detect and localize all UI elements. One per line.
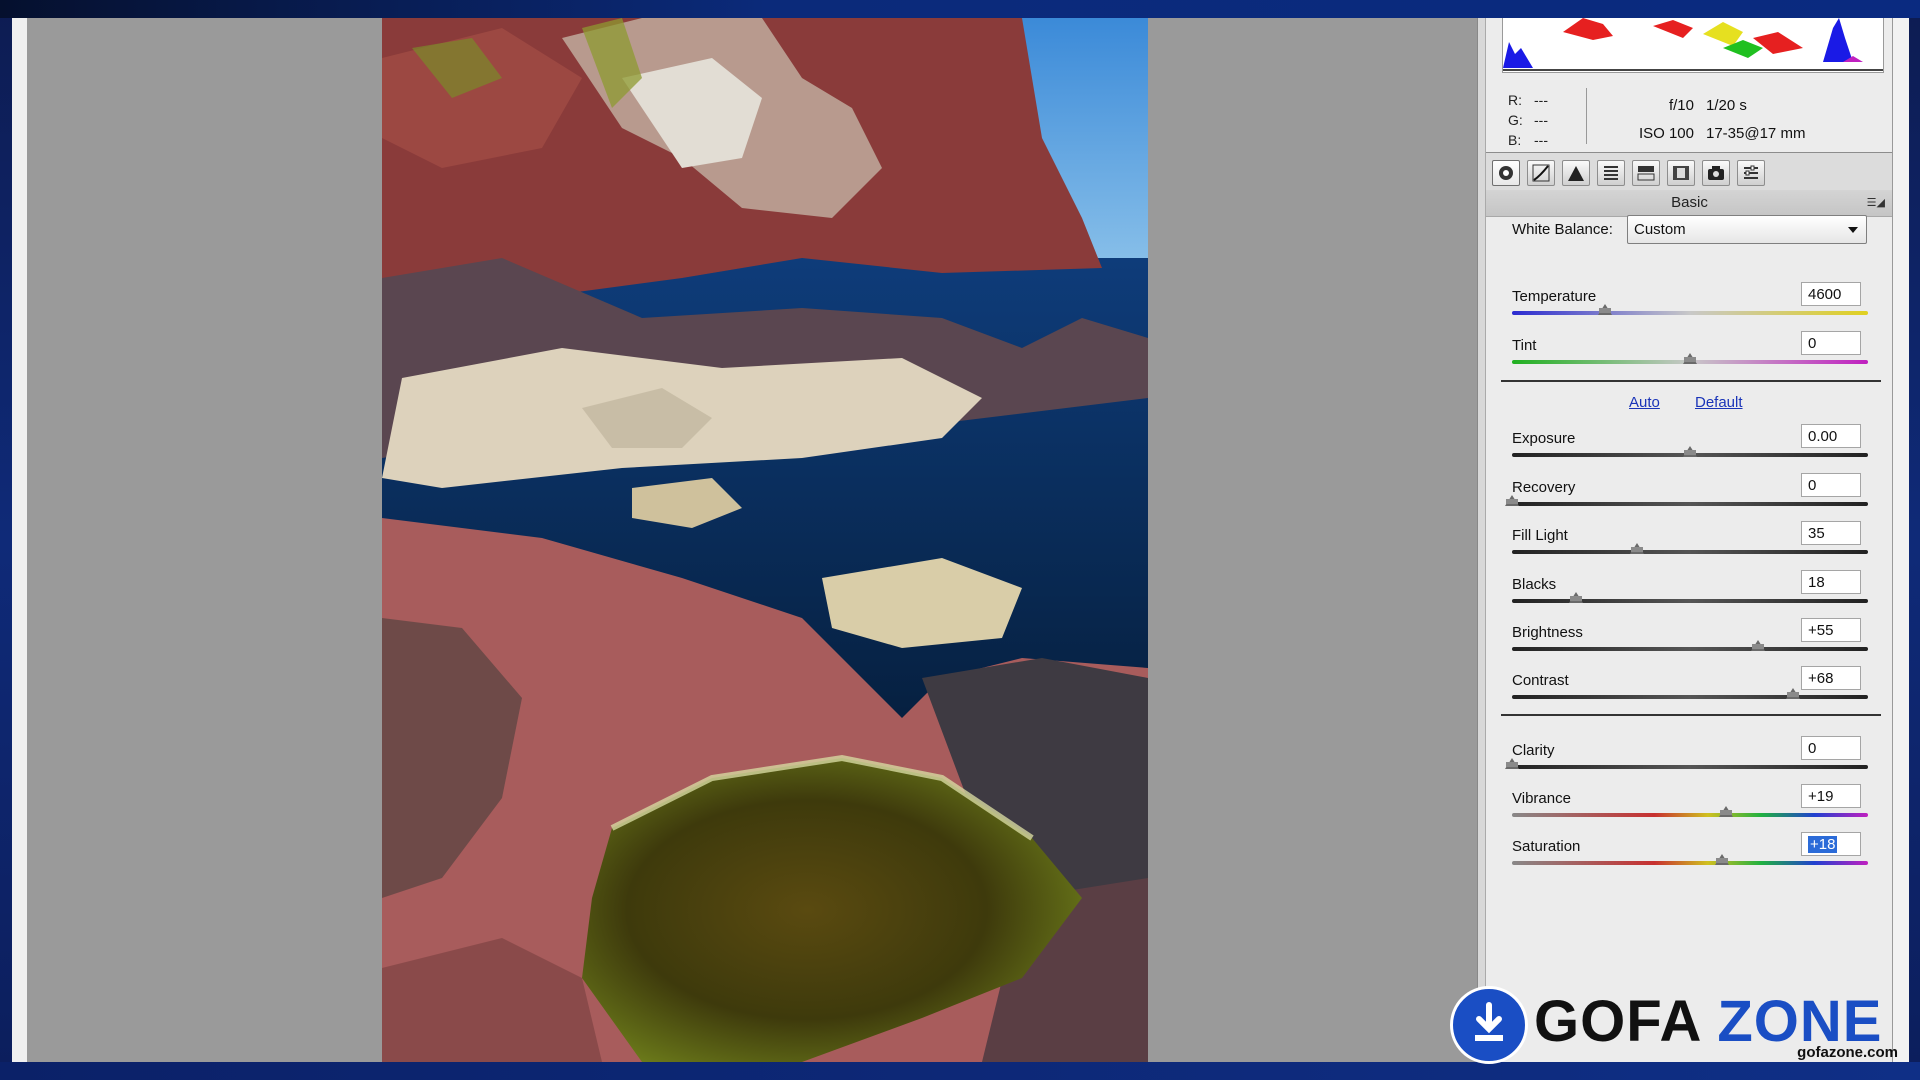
tint-thumb[interactable] [1683,353,1697,364]
recovery-value: 0 [1808,477,1817,494]
white-balance-label: White Balance: [1512,221,1613,238]
contrast-slider-row: Contrast +68 [1512,666,1872,716]
tint-slider-row: Tint 0 [1512,331,1872,381]
watermark-text-a: GOFA [1534,989,1718,1054]
fill-light-slider-row: Fill Light 35 [1512,521,1872,571]
temperature-value: 4600 [1808,286,1842,303]
brightness-thumb[interactable] [1750,640,1765,651]
contrast-thumb[interactable] [1786,688,1801,699]
default-link[interactable]: Default [1695,394,1743,411]
clarity-value-input[interactable]: 0 [1801,736,1861,760]
recovery-slider-row: Recovery 0 [1505,473,1872,523]
left-edge-strip [12,18,27,1062]
saturation-label: Saturation [1512,838,1581,855]
vibrance-value: +19 [1808,788,1834,805]
clarity-value: 0 [1808,740,1817,757]
download-icon [1450,986,1528,1064]
brightness-slider-row: Brightness +55 [1512,618,1872,668]
right-edge-strip [1892,18,1909,1062]
vibrance-thumb[interactable] [1718,806,1733,817]
exposure-slider-row: Exposure 0.00 [1512,424,1872,474]
exposure-label: Exposure [1512,430,1576,447]
recovery-label: Recovery [1512,479,1576,496]
blacks-slider-row: Blacks 18 [1512,570,1872,620]
vibrance-label: Vibrance [1512,790,1571,807]
saturation-value-input[interactable]: +18 [1801,832,1861,856]
temperature-value-input[interactable]: 4600 [1801,282,1861,306]
temperature-thumb[interactable] [1597,304,1612,315]
vibrance-slider-row: Vibrance +19 [1512,784,1872,834]
temperature-track[interactable] [1512,311,1868,315]
saturation-thumb[interactable] [1715,854,1730,865]
blacks-label: Blacks [1512,576,1557,593]
tint-value: 0 [1808,335,1817,352]
contrast-value: +68 [1808,670,1834,687]
clarity-thumb[interactable] [1505,758,1519,769]
saturation-value: +18 [1808,836,1838,853]
blacks-thumb[interactable] [1569,592,1584,603]
temperature-label: Temperature [1512,288,1597,305]
vibrance-track[interactable] [1512,813,1868,817]
exposure-thumb[interactable] [1683,446,1697,457]
white-balance-value: Custom [1634,221,1686,238]
fill-light-label: Fill Light [1512,527,1568,544]
watermark-url: gofazone.com [1797,1044,1898,1061]
saturation-slider-row: Saturation +18 [1512,832,1872,882]
recovery-value-input[interactable]: 0 [1801,473,1861,497]
brightness-value: +55 [1808,622,1834,639]
brightness-label: Brightness [1512,624,1583,641]
divider-1 [1501,380,1881,382]
watermark-logo: GOFA ZONE gofazone.com [1446,982,1906,1064]
blacks-value-input[interactable]: 18 [1801,570,1861,594]
image-preview-canvas[interactable] [27,18,1477,1062]
tint-value-input[interactable]: 0 [1801,331,1861,355]
divider-2 [1501,714,1881,716]
contrast-track[interactable] [1512,695,1868,699]
blacks-value: 18 [1808,574,1825,591]
fill-light-value: 35 [1808,525,1825,542]
fill-light-value-input[interactable]: 35 [1801,521,1861,545]
tint-label: Tint [1512,337,1537,354]
temperature-slider-row: Temperature 4600 [1512,282,1872,332]
brightness-value-input[interactable]: +55 [1801,618,1861,642]
white-balance-select[interactable]: Custom [1627,215,1867,244]
photo-preview[interactable] [382,18,1148,1062]
recovery-thumb[interactable] [1505,495,1519,506]
contrast-label: Contrast [1512,672,1569,689]
chevron-down-icon [1848,227,1858,233]
clarity-label: Clarity [1512,742,1555,759]
saturation-track[interactable] [1512,861,1868,865]
recovery-track[interactable] [1512,502,1868,506]
blacks-track[interactable] [1512,599,1868,603]
fill-light-thumb[interactable] [1629,543,1644,554]
auto-link[interactable]: Auto [1629,394,1660,411]
coastal-rocks-photo [382,18,1148,1062]
clarity-slider-row: Clarity 0 [1505,736,1872,786]
fill-light-track[interactable] [1512,550,1868,554]
basic-controls: White Balance: Custom Temperature 4600 Tin… [1485,0,1892,1080]
exposure-value-input[interactable]: 0.00 [1801,424,1861,448]
panel-splitter[interactable] [1477,18,1485,1062]
exposure-value: 0.00 [1808,428,1838,445]
contrast-value-input[interactable]: +68 [1801,666,1861,690]
clarity-track[interactable] [1512,765,1868,769]
vibrance-value-input[interactable]: +19 [1801,784,1861,808]
brightness-track[interactable] [1512,647,1868,651]
